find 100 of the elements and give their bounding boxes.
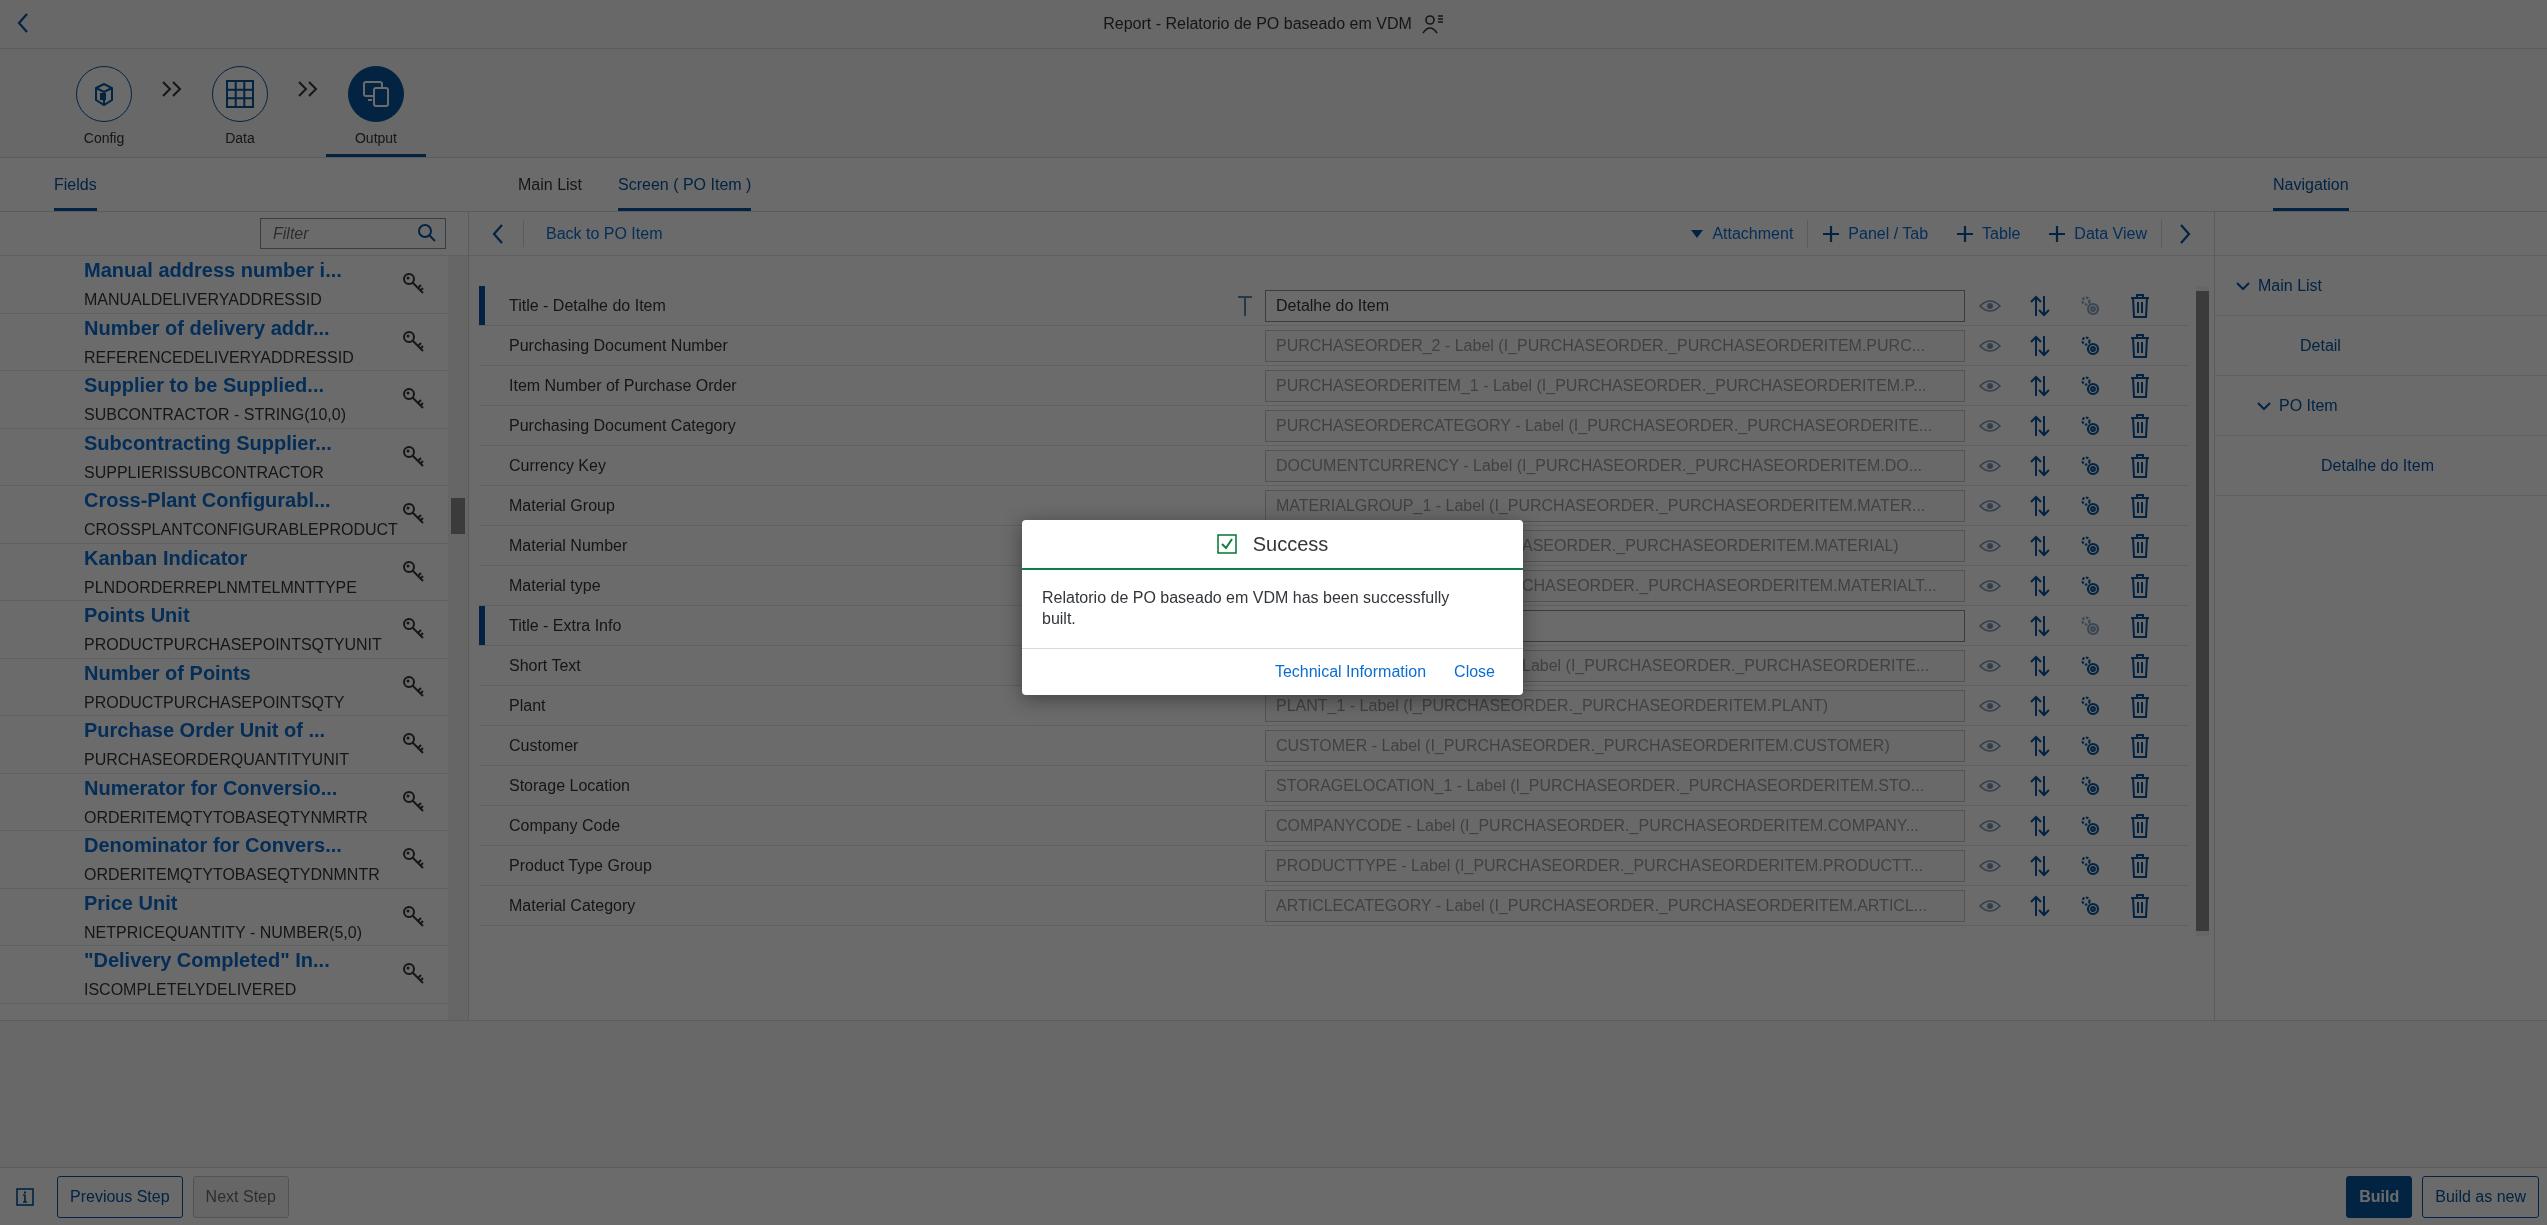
back-link[interactable]: Back to PO Item	[546, 224, 663, 243]
navigation-item[interactable]: Detail	[2215, 316, 2547, 376]
chevron-down-icon[interactable]	[2255, 400, 2272, 411]
navigation-item[interactable]: Main List	[2215, 256, 2547, 316]
build-button[interactable]: Build as new	[2422, 1175, 2539, 1218]
gears-icon[interactable]	[2078, 653, 2102, 678]
sort-arrows-icon[interactable]	[2029, 373, 2051, 398]
eye-icon[interactable]	[1979, 538, 2001, 553]
gears-icon[interactable]	[2078, 853, 2102, 878]
key-icon[interactable]	[402, 904, 426, 929]
eye-icon[interactable]	[1979, 378, 2001, 393]
eye-icon[interactable]	[1979, 698, 2001, 713]
wizard-step[interactable]: Data	[190, 49, 290, 157]
gears-icon[interactable]	[2078, 413, 2102, 438]
key-icon[interactable]	[402, 674, 426, 699]
trash-icon[interactable]	[2130, 333, 2150, 358]
eye-icon[interactable]	[1979, 658, 2001, 673]
scrollbar[interactable]	[2196, 286, 2209, 936]
info-icon[interactable]	[16, 1187, 34, 1206]
gears-icon[interactable]	[2078, 333, 2102, 358]
sort-arrows-icon[interactable]	[2029, 653, 2051, 678]
scrollbar[interactable]	[448, 256, 468, 1020]
double-chevron-icon	[297, 80, 319, 98]
eye-icon[interactable]	[1979, 498, 2001, 513]
eye-icon[interactable]	[1979, 458, 2001, 473]
trash-icon[interactable]	[2130, 293, 2150, 318]
dialog-button[interactable]: Close	[1454, 662, 1495, 681]
toolbar-button[interactable]: Attachment	[1676, 224, 1808, 243]
tab[interactable]: Main List	[518, 158, 583, 211]
sort-arrows-icon[interactable]	[2029, 773, 2051, 798]
sort-arrows-icon[interactable]	[2029, 813, 2051, 838]
navigation-item[interactable]: PO Item	[2215, 376, 2547, 436]
sort-arrows-icon[interactable]	[2029, 733, 2051, 758]
sort-arrows-icon[interactable]	[2029, 453, 2051, 478]
dialog-button[interactable]: Technical Information	[1274, 662, 1427, 681]
trash-icon[interactable]	[2130, 453, 2150, 478]
field-name: PURCHASEORDERQUANTITYUNIT	[84, 751, 350, 770]
toolbar-button[interactable]: Table	[1942, 224, 2035, 243]
eye-icon[interactable]	[1979, 298, 2001, 313]
gears-icon[interactable]	[2078, 533, 2102, 558]
eye-icon[interactable]	[1979, 418, 2001, 433]
build-button[interactable]: Build	[2346, 1175, 2413, 1218]
trash-icon[interactable]	[2130, 373, 2150, 398]
back-button[interactable]	[491, 220, 524, 247]
trash-icon[interactable]	[2130, 573, 2150, 598]
trash-icon[interactable]	[2130, 493, 2150, 518]
gears-icon[interactable]	[2078, 733, 2102, 758]
chevron-down-icon[interactable]	[2234, 280, 2251, 291]
trash-icon[interactable]	[2130, 693, 2150, 718]
trash-icon[interactable]	[2130, 413, 2150, 438]
sort-arrows-icon[interactable]	[2029, 293, 2051, 318]
gears-icon[interactable]	[2078, 893, 2102, 918]
sort-arrows-icon[interactable]	[2029, 893, 2051, 918]
eye-icon[interactable]	[1979, 898, 2001, 913]
eye-icon[interactable]	[1979, 618, 2001, 633]
key-icon[interactable]	[402, 789, 426, 814]
label-field[interactable]: Detalhe do Item	[1265, 289, 1965, 322]
trash-icon[interactable]	[2130, 813, 2150, 838]
trash-icon[interactable]	[2130, 653, 2150, 678]
trash-icon[interactable]	[2130, 733, 2150, 758]
filter-field[interactable]: Filter	[260, 218, 446, 249]
trash-icon[interactable]	[2130, 893, 2150, 918]
wizard-step[interactable]: Output	[326, 49, 426, 157]
sort-arrows-icon[interactable]	[2029, 493, 2051, 518]
trash-icon[interactable]	[2130, 773, 2150, 798]
key-icon[interactable]	[402, 559, 426, 584]
gears-icon[interactable]	[2078, 453, 2102, 478]
eye-icon[interactable]	[1979, 778, 2001, 793]
gears-icon[interactable]	[2078, 373, 2102, 398]
toolbar-button[interactable]: Data View	[2034, 224, 2161, 243]
sort-arrows-icon[interactable]	[2029, 573, 2051, 598]
eye-icon[interactable]	[1979, 338, 2001, 353]
wizard-step[interactable]: Config	[54, 49, 154, 157]
sort-arrows-icon[interactable]	[2029, 533, 2051, 558]
sort-arrows-icon[interactable]	[2029, 853, 2051, 878]
step-button[interactable]: Previous Step	[57, 1175, 183, 1218]
field-name: SUBCONTRACTOR - STRING(10,0)	[84, 406, 347, 425]
eye-icon[interactable]	[1979, 858, 2001, 873]
trash-icon[interactable]	[2130, 533, 2150, 558]
trash-icon[interactable]	[2130, 853, 2150, 878]
toolbar-button[interactable]: Panel / Tab	[1808, 224, 1943, 243]
gears-icon[interactable]	[2078, 573, 2102, 598]
gears-icon[interactable]	[2078, 493, 2102, 518]
eye-icon[interactable]	[1979, 578, 2001, 593]
gears-icon[interactable]	[2078, 693, 2102, 718]
sort-arrows-icon[interactable]	[2029, 693, 2051, 718]
eye-icon[interactable]	[1979, 738, 2001, 753]
navigation-item[interactable]: Detalhe do Item	[2215, 436, 2547, 496]
sort-arrows-icon[interactable]	[2029, 413, 2051, 438]
sort-arrows-icon[interactable]	[2029, 333, 2051, 358]
gears-icon[interactable]	[2078, 813, 2102, 838]
search-icon[interactable]	[417, 223, 437, 243]
key-icon[interactable]	[402, 444, 426, 469]
person-icon[interactable]	[1421, 14, 1444, 34]
trash-icon[interactable]	[2130, 613, 2150, 638]
gears-icon[interactable]	[2078, 773, 2102, 798]
eye-icon[interactable]	[1979, 818, 2001, 833]
key-icon[interactable]	[402, 329, 426, 354]
field-title: Subcontracting Supplier...	[84, 431, 333, 455]
sort-arrows-icon[interactable]	[2029, 613, 2051, 638]
